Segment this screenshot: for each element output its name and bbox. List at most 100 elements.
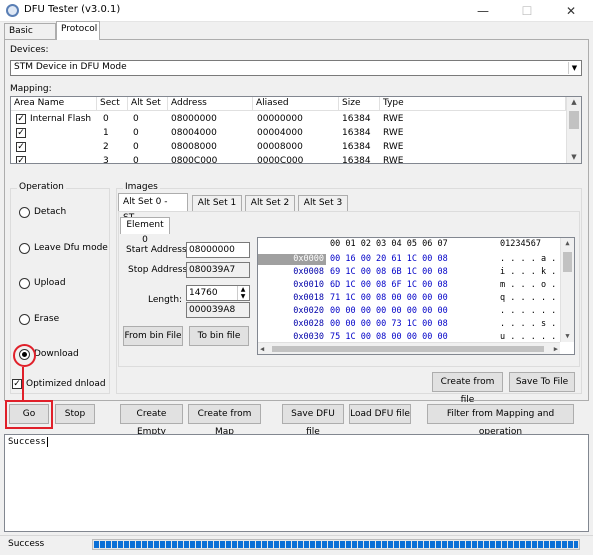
row-checkbox[interactable]: ✓ xyxy=(16,156,26,163)
hex-row[interactable]: 0x0000 00 16 00 20 61 1C 00 08 . . . . a… xyxy=(258,254,574,265)
detach-label[interactable]: Detach xyxy=(34,207,66,217)
aliased: 00008000 xyxy=(257,142,303,152)
hex-address: 0x0000 xyxy=(258,254,326,265)
hex-row[interactable]: 0x0010 6D 1C 00 08 6F 1C 00 08 m . . . o… xyxy=(258,280,574,291)
status-text: Success xyxy=(8,539,45,549)
column-header[interactable]: Sect xyxy=(97,97,128,111)
tab-element-0[interactable]: Element 0 xyxy=(120,217,170,245)
download-label[interactable]: Download xyxy=(34,349,79,359)
text-cursor xyxy=(46,437,54,447)
from-bin-file-button[interactable]: From bin File xyxy=(123,326,183,346)
length-field[interactable]: 14760 ▲ ▼ xyxy=(186,285,250,301)
sect: 2 xyxy=(103,142,109,152)
sect: 0 xyxy=(103,114,109,124)
detach-radio[interactable] xyxy=(19,207,30,218)
minimize-button[interactable]: — xyxy=(461,0,505,22)
log-output[interactable]: Success xyxy=(4,434,589,532)
create-from-file-button[interactable]: Create from file xyxy=(432,372,503,405)
upload-label[interactable]: Upload xyxy=(34,278,66,288)
column-header[interactable]: Area Name xyxy=(11,97,97,111)
column-header[interactable]: Alt Set xyxy=(128,97,168,111)
create-from-map-button[interactable]: Create from Map xyxy=(188,404,261,437)
save-to-file-button[interactable]: Save To File xyxy=(509,372,575,392)
row-checkbox[interactable]: ✓ xyxy=(16,142,26,152)
column-header[interactable]: Address xyxy=(168,97,253,111)
scroll-down-icon[interactable]: ▼ xyxy=(567,152,581,163)
hex-bytes: 6D 1C 00 08 6F 1C 00 08 xyxy=(330,280,448,290)
length-spinner[interactable]: ▲ ▼ xyxy=(237,286,248,300)
tab-basic-dfu[interactable]: Basic DFU xyxy=(4,23,56,51)
hex-view[interactable]: 00 01 02 03 04 05 06 07 01234567 0x0000 … xyxy=(257,237,575,355)
log-text: Success xyxy=(8,437,46,447)
length-hex-field[interactable]: 000039A8 xyxy=(186,302,250,318)
hex-row[interactable]: 0x0028 00 00 00 00 73 1C 00 08 . . . . s… xyxy=(258,319,574,330)
hex-bytes: 00 16 00 20 61 1C 00 08 xyxy=(330,254,448,264)
column-header[interactable]: Type xyxy=(380,97,566,111)
stop-button[interactable]: Stop xyxy=(55,404,95,424)
tab-alt-set-0[interactable]: Alt Set 0 - ST... xyxy=(118,193,188,223)
tab-alt-set-3[interactable]: Alt Set 3 xyxy=(298,195,348,211)
column-header[interactable]: Aliased xyxy=(253,97,339,111)
hex-address: 0x0020 xyxy=(293,306,324,316)
scroll-thumb[interactable] xyxy=(569,111,579,129)
erase-radio[interactable] xyxy=(19,314,30,325)
load-dfu-file-button[interactable]: Load DFU file xyxy=(349,404,411,424)
erase-label[interactable]: Erase xyxy=(34,314,59,324)
stop-address-label: Stop Address: xyxy=(128,265,191,275)
filter-from-mapping-button[interactable]: Filter from Mapping and operation xyxy=(427,404,574,437)
upload-radio[interactable] xyxy=(19,278,30,289)
scroll-up-icon[interactable]: ▲ xyxy=(561,238,574,249)
create-empty-button[interactable]: Create Empty xyxy=(120,404,183,437)
length-label: Length: xyxy=(148,295,183,305)
hex-row[interactable]: 0x0008 69 1C 00 08 6B 1C 00 08 i . . . k… xyxy=(258,267,574,278)
table-row[interactable]: ✓ 3 0 0800C000 0000C000 16384 RWE xyxy=(11,154,567,164)
hex-row[interactable]: 0x0018 71 1C 00 08 00 00 00 00 q . . . .… xyxy=(258,293,574,304)
mapping-scrollbar[interactable]: ▲ ▼ xyxy=(566,97,581,163)
optimized-checkbox[interactable]: ✓ xyxy=(12,379,22,389)
hex-hscrollbar[interactable]: ◀ ▶ xyxy=(258,342,560,354)
hex-vscrollbar[interactable]: ▲ ▼ xyxy=(560,238,574,342)
type: RWE xyxy=(383,156,404,164)
column-header[interactable]: Size xyxy=(339,97,380,111)
scroll-thumb[interactable] xyxy=(272,346,544,352)
start-address-field[interactable]: 08000000 xyxy=(186,242,250,258)
close-button[interactable]: ✕ xyxy=(549,0,593,22)
app-icon xyxy=(6,4,19,17)
table-row[interactable]: ✓ Internal Flash 0 0 08000000 00000000 1… xyxy=(11,112,567,126)
scroll-down-icon[interactable]: ▼ xyxy=(561,331,574,342)
size: 16384 xyxy=(342,128,371,138)
hex-bytes: 71 1C 00 08 00 00 00 00 xyxy=(330,293,448,303)
devices-label: Devices: xyxy=(10,45,49,55)
table-row[interactable]: ✓ 2 0 08008000 00008000 16384 RWE xyxy=(11,140,567,154)
scroll-right-icon[interactable]: ▶ xyxy=(554,343,558,354)
maximize-button[interactable]: ☐ xyxy=(505,0,549,22)
save-dfu-file-button[interactable]: Save DFU file xyxy=(282,404,344,437)
alt-set: 0 xyxy=(133,142,139,152)
row-checkbox[interactable]: ✓ xyxy=(16,114,26,124)
leave-dfu-radio[interactable] xyxy=(19,243,30,254)
stop-address-field[interactable]: 080039A7 xyxy=(186,262,250,278)
progress-bar xyxy=(92,539,580,550)
alt-set: 0 xyxy=(133,156,139,164)
device-select[interactable]: STM Device in DFU Mode ▼ xyxy=(10,60,582,76)
scroll-up-icon[interactable]: ▲ xyxy=(567,97,581,108)
table-row[interactable]: ✓ 1 0 08004000 00004000 16384 RWE xyxy=(11,126,567,140)
annotation-circle xyxy=(13,344,36,367)
operation-title: Operation xyxy=(17,182,66,192)
optimized-label[interactable]: Optimized dnload xyxy=(26,379,106,389)
scroll-thumb[interactable] xyxy=(563,252,572,272)
images-title: Images xyxy=(123,182,160,192)
to-bin-file-button[interactable]: To bin file xyxy=(189,326,249,346)
alt-set: 0 xyxy=(133,128,139,138)
tab-alt-set-2[interactable]: Alt Set 2 xyxy=(245,195,295,211)
hex-row[interactable]: 0x0020 00 00 00 00 00 00 00 00 . . . . .… xyxy=(258,306,574,317)
hex-header-ascii: 01234567 xyxy=(500,239,541,249)
tab-alt-set-1[interactable]: Alt Set 1 xyxy=(192,195,242,211)
tab-protocol[interactable]: Protocol xyxy=(56,21,100,40)
leave-dfu-label[interactable]: Leave Dfu mode xyxy=(34,243,108,253)
alt-set: 0 xyxy=(133,114,139,124)
size: 16384 xyxy=(342,114,371,124)
scroll-left-icon[interactable]: ◀ xyxy=(260,343,264,354)
row-checkbox[interactable]: ✓ xyxy=(16,128,26,138)
mapping-list[interactable]: Area Name Sect Alt Set Address Aliased S… xyxy=(10,96,582,164)
